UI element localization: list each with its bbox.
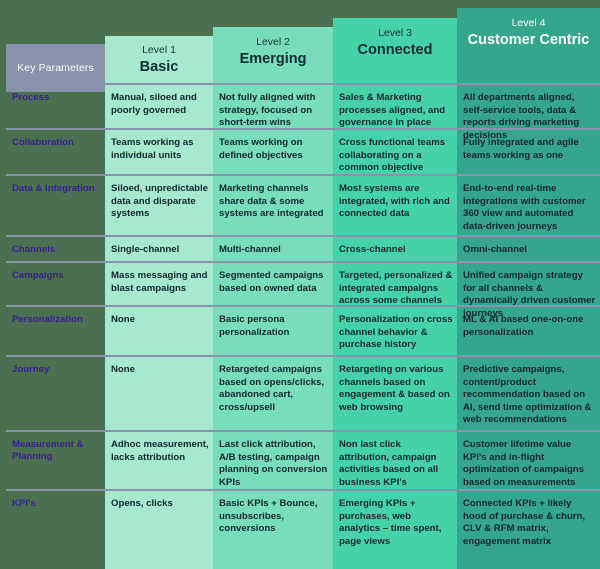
cell-level-4: Connected KPIs + likely hood of purchase… xyxy=(463,498,586,547)
column-header-level-4-name: Customer Centric xyxy=(467,32,590,48)
column-header-level-4-number: Level 4 xyxy=(511,17,546,29)
cell-level-1: None xyxy=(111,314,135,325)
cell-level-4: End-to-end real-time integrations with c… xyxy=(463,183,586,232)
table-row: Collaboration Teams working as individual… xyxy=(0,128,600,174)
cell-level-1: Single-channel xyxy=(111,244,180,255)
maturity-matrix-table: Key Parameters Level 1 Basic Level 2 Eme… xyxy=(0,0,600,569)
cell-level-2: Basic KPIs + Bounce, unsubscribes, conve… xyxy=(219,498,318,535)
cell-level-2: Last click attribution, A/B testing, cam… xyxy=(219,439,328,488)
table-row: Data & Integration Siloed, unpredictable … xyxy=(0,174,600,235)
row-parameter-label: Data & Integration xyxy=(12,183,95,194)
column-header-level-4: Level 4 Customer Centric xyxy=(457,17,600,49)
column-header-level-3-name: Connected xyxy=(357,42,433,58)
table-row: Journey None Retargeted campaigns based on… xyxy=(0,355,600,430)
cell-level-2: Marketing channels share data & some sys… xyxy=(219,183,324,220)
cell-level-2: Retargeted campaigns based on opens/clic… xyxy=(219,364,325,413)
column-header-level-1-number: Level 1 xyxy=(142,44,176,56)
cell-level-2: Basic persona personalization xyxy=(219,314,290,338)
cell-level-4: Fully integrated and agile teams working… xyxy=(463,137,579,161)
column-header-level-3: Level 3 Connected xyxy=(333,27,457,59)
table-row: Personalization None Basic persona persona… xyxy=(0,305,600,355)
cell-level-2: Not fully aligned with strategy, focused… xyxy=(219,92,316,129)
cell-level-3: Non last click attribution, campaign act… xyxy=(339,439,439,488)
cell-level-3: Cross functional teams collaborating on … xyxy=(339,137,446,174)
column-header-level-3-number: Level 3 xyxy=(378,27,412,39)
cell-level-3: Emerging KPIs + purchases, web analytics… xyxy=(339,498,442,547)
cell-level-3: Targeted, personalized & integrated camp… xyxy=(339,270,453,307)
row-parameter-label: Process xyxy=(12,92,50,103)
cell-level-2: Multi-channel xyxy=(219,244,281,255)
key-parameters-header-label: Key Parameters xyxy=(17,62,94,74)
cell-level-1: Teams working as individual units xyxy=(111,137,194,161)
column-header-level-2-number: Level 2 xyxy=(256,36,290,48)
cell-level-1: Manual, siloed and poorly governed xyxy=(111,92,197,116)
cell-level-4: Customer lifetime value KPI's and in-fli… xyxy=(463,439,584,488)
cell-level-3: Personalization on cross channel behavio… xyxy=(339,314,453,351)
cell-level-1: Mass messaging and blast campaigns xyxy=(111,270,208,294)
column-header-level-1-name: Basic xyxy=(139,59,179,75)
column-header-level-1: Level 1 Basic xyxy=(105,44,213,76)
cell-level-3: Most systems are integrated, with rich a… xyxy=(339,183,450,220)
cell-level-1: None xyxy=(111,364,135,375)
cell-level-1: Opens, clicks xyxy=(111,498,173,509)
table-row: Channels Single-channel Multi-channel Cross… xyxy=(0,235,600,261)
cell-level-3: Cross-channel xyxy=(339,244,406,255)
table-row: Process Manual, siloed and poorly governe… xyxy=(0,83,600,141)
cell-level-2: Teams working on defined objectives xyxy=(219,137,303,161)
cell-level-1: Adhoc measurement, lacks attribution xyxy=(111,439,209,463)
row-parameter-label: Measurement & Planning xyxy=(12,439,84,463)
cell-level-4: Omni-channel xyxy=(463,244,527,255)
cell-level-3: Sales & Marketing processes aligned, and… xyxy=(339,92,446,129)
cell-level-2: Segmented campaigns based on owned data xyxy=(219,270,324,294)
cell-level-3: Retargeting on various channels based on… xyxy=(339,364,450,413)
table-row: Campaigns Mass messaging and blast campai… xyxy=(0,261,600,319)
row-parameter-label: KPI's xyxy=(12,498,36,509)
column-header-level-2-name: Emerging xyxy=(239,51,307,67)
row-parameter-label: Journey xyxy=(12,364,50,375)
cell-level-1: Siloed, unpredictable data and disparate… xyxy=(111,183,209,220)
table-row: KPI's Opens, clicks Basic KPIs + Bounce, u… xyxy=(0,489,600,569)
row-parameter-label: Personalization xyxy=(12,314,83,325)
column-header-level-2: Level 2 Emerging xyxy=(213,36,333,68)
row-parameter-label: Channels xyxy=(12,244,56,255)
row-parameter-label: Campaigns xyxy=(12,270,64,281)
row-parameter-label: Collaboration xyxy=(12,137,74,148)
cell-level-4: ML & AI based one-on-one personalization xyxy=(463,314,584,338)
cell-level-4: Predictive campaigns, content/product re… xyxy=(463,364,592,426)
table-row: Measurement & Planning Adhoc measurement,… xyxy=(0,430,600,489)
